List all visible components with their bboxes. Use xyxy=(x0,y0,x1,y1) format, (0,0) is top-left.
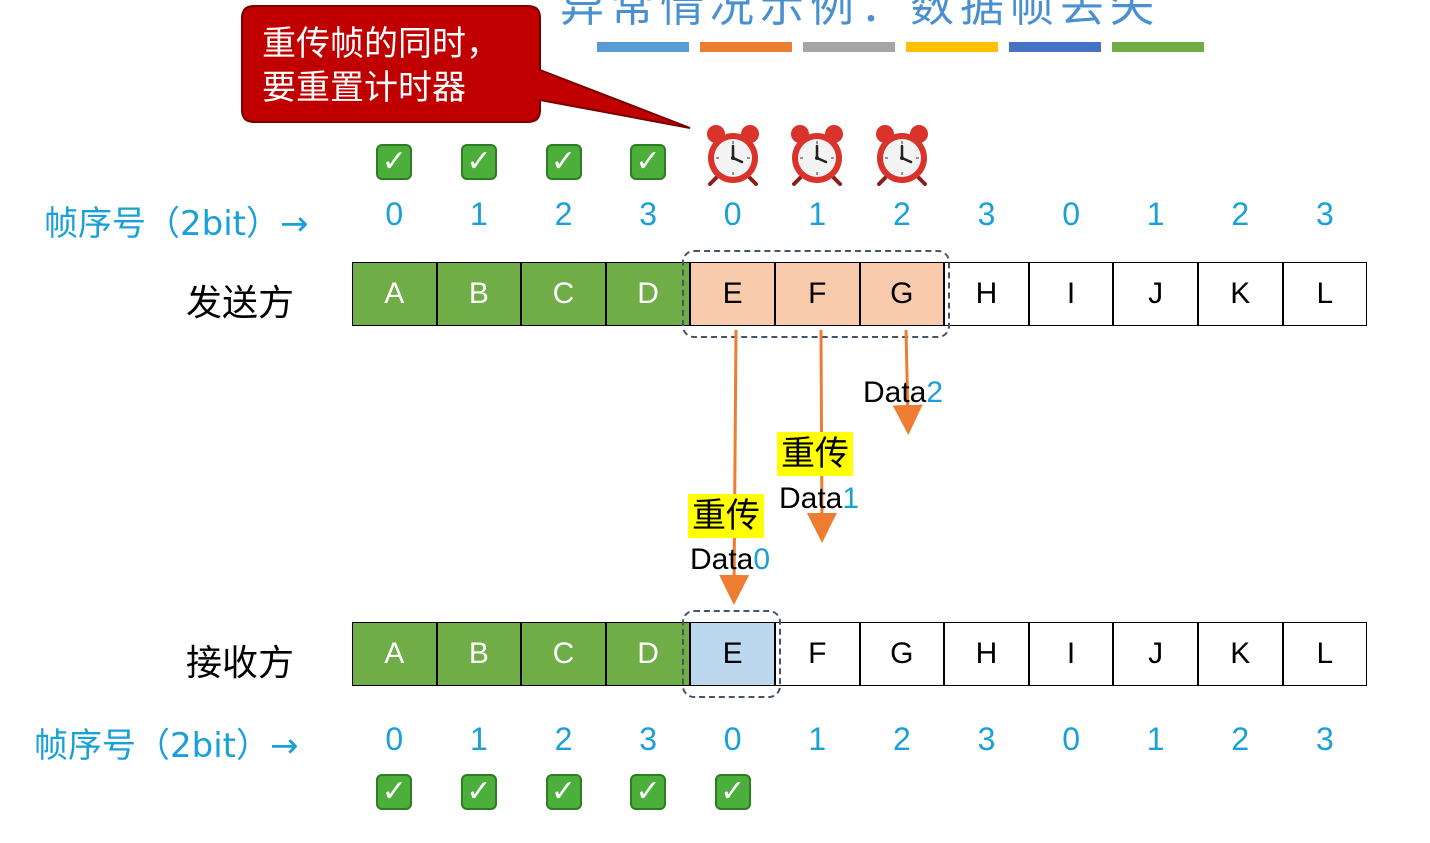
check-icon: ✓ xyxy=(545,774,582,810)
seq-number: 1 xyxy=(808,196,827,232)
data-word: Data xyxy=(863,376,927,409)
frame-cell: D xyxy=(605,262,691,326)
seq-number: 3 xyxy=(1315,721,1334,757)
data-index: 2 xyxy=(926,376,944,409)
sender-seq-label: 帧序号（2bit）→ xyxy=(44,204,309,244)
check-icon: ✓ xyxy=(630,774,667,810)
frame-cell: I xyxy=(1028,262,1114,326)
seq-number: 2 xyxy=(1231,196,1250,232)
seq-number: 0 xyxy=(385,721,404,757)
frame-cell: A xyxy=(352,622,437,686)
callout-text: 重传帧的同时， 要重置计时器 xyxy=(262,22,532,110)
sender-window xyxy=(682,250,951,338)
check-icon: ✓ xyxy=(714,774,751,810)
seq-number: 0 xyxy=(1062,721,1080,757)
seq-number: 3 xyxy=(977,721,996,757)
stripe xyxy=(1112,42,1204,52)
alarm-clock-icon xyxy=(706,125,759,186)
data-label-1: Data1 xyxy=(779,482,859,516)
seq-number: 0 xyxy=(385,196,404,232)
frame-cell: B xyxy=(436,622,522,686)
data-label-2: Data2 xyxy=(863,376,943,410)
retransmit-tag-1: 重传 xyxy=(777,432,853,476)
alarm-clock-icon xyxy=(875,125,928,186)
seq-number: 1 xyxy=(1146,196,1165,232)
frame-cell: G xyxy=(859,622,945,686)
frame-cell: L xyxy=(1282,622,1368,686)
frame-cell: D xyxy=(605,622,691,686)
frame-cell: I xyxy=(1028,622,1114,686)
seq-number: 0 xyxy=(1062,196,1080,232)
check-icon: ✓ xyxy=(545,144,582,180)
data-index: 0 xyxy=(753,543,771,576)
seq-number: 3 xyxy=(639,721,657,757)
callout-line: 重传帧的同时， xyxy=(262,24,500,64)
receiver-window xyxy=(682,610,781,698)
stripe xyxy=(1009,42,1101,52)
frame-cell: C xyxy=(521,262,606,326)
seq-number: 3 xyxy=(639,196,657,232)
frame-cell: F xyxy=(775,622,860,686)
callout-line: 要重置计时器 xyxy=(262,68,466,108)
frame-cell: H xyxy=(944,622,1029,686)
seq-number: 2 xyxy=(892,721,911,757)
alarm-clock-icon xyxy=(791,125,844,186)
data-label-0: Data0 xyxy=(690,543,770,577)
check-icon: ✓ xyxy=(460,774,497,810)
stripe xyxy=(906,42,998,52)
seq-number: 2 xyxy=(892,196,911,232)
frame-cell: B xyxy=(436,262,522,326)
stripe xyxy=(803,42,895,52)
frame-cell: H xyxy=(944,262,1029,326)
seq-number: 1 xyxy=(469,721,488,757)
data-word: Data xyxy=(779,482,843,515)
seq-number: 0 xyxy=(723,721,742,757)
seq-number: 2 xyxy=(1231,721,1250,757)
data-word: Data xyxy=(690,543,754,576)
seq-number: 3 xyxy=(977,196,996,232)
receiver-seq-label: 帧序号（2bit）→ xyxy=(34,726,299,766)
seq-number: 0 xyxy=(723,196,742,232)
frame-cell: K xyxy=(1198,622,1283,686)
check-icon: ✓ xyxy=(376,774,413,810)
seq-number: 1 xyxy=(1146,721,1165,757)
seq-number: 1 xyxy=(469,196,488,232)
seq-number: 2 xyxy=(554,196,573,232)
sender-label: 发送方 xyxy=(186,283,295,324)
seq-number: 1 xyxy=(808,721,827,757)
seq-number: 3 xyxy=(1315,196,1334,232)
frame-cell: L xyxy=(1282,262,1368,326)
frame-cell: J xyxy=(1113,262,1198,326)
retransmit-tag-0: 重传 xyxy=(688,494,764,538)
frame-cell: A xyxy=(352,262,437,326)
receiver-label: 接收方 xyxy=(186,643,295,684)
check-icon: ✓ xyxy=(460,144,497,180)
seq-number: 2 xyxy=(554,721,573,757)
frame-cell: C xyxy=(521,622,606,686)
check-icon: ✓ xyxy=(376,144,413,180)
check-icon: ✓ xyxy=(630,144,667,180)
frame-cell: J xyxy=(1113,622,1198,686)
frame-cell: K xyxy=(1198,262,1283,326)
data-index: 1 xyxy=(842,482,860,515)
